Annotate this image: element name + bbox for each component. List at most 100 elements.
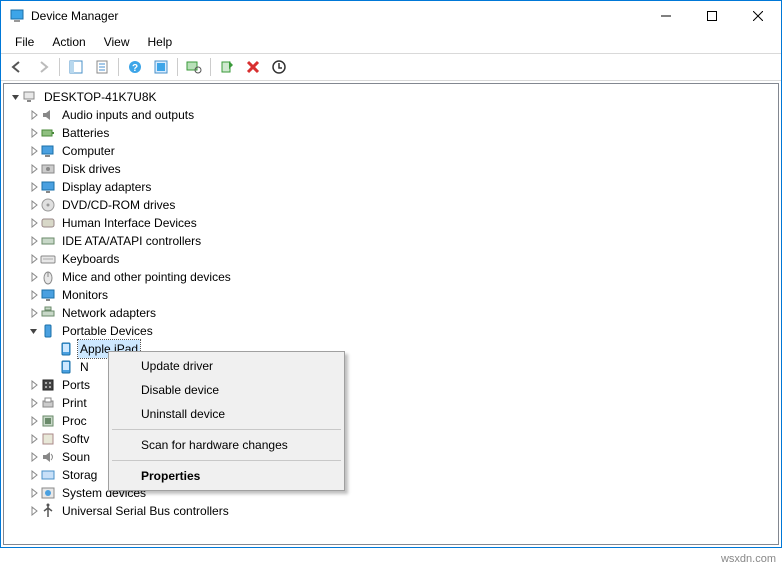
tree-item-label: DVD/CD-ROM drives xyxy=(60,196,177,214)
expand-collapse-icon[interactable] xyxy=(26,272,40,282)
expand-collapse-icon[interactable] xyxy=(26,434,40,444)
tree-item-label: N xyxy=(78,358,91,376)
update-driver-icon[interactable] xyxy=(149,56,173,78)
tree-category[interactable]: Disk drives xyxy=(4,160,778,178)
tree-item-label: Universal Serial Bus controllers xyxy=(60,502,231,520)
computer-icon xyxy=(40,143,56,159)
tree-item-label: Display adapters xyxy=(60,178,153,196)
dvd-icon xyxy=(40,197,56,213)
tree-item-label: IDE ATA/ATAPI controllers xyxy=(60,232,203,250)
enable-device-icon[interactable] xyxy=(215,56,239,78)
expand-collapse-icon[interactable] xyxy=(26,380,40,390)
expand-collapse-icon[interactable] xyxy=(26,398,40,408)
tree-category[interactable]: Keyboards xyxy=(4,250,778,268)
scan-hardware-icon[interactable] xyxy=(182,56,206,78)
tree-root[interactable]: DESKTOP-41K7U8K xyxy=(4,88,778,106)
expand-collapse-icon[interactable] xyxy=(26,326,40,336)
tree-category[interactable]: Batteries xyxy=(4,124,778,142)
tree-item-label: Mice and other pointing devices xyxy=(60,268,233,286)
expand-collapse-icon[interactable] xyxy=(26,128,40,138)
tree-category[interactable]: Universal Serial Bus controllers xyxy=(4,502,778,520)
tree-category[interactable]: Monitors xyxy=(4,286,778,304)
expand-collapse-icon[interactable] xyxy=(26,200,40,210)
expand-collapse-icon[interactable] xyxy=(26,110,40,120)
battery-icon xyxy=(40,125,56,141)
tree-item-label: Softv xyxy=(60,430,91,448)
tree-category[interactable]: Human Interface Devices xyxy=(4,214,778,232)
uninstall-device-icon[interactable] xyxy=(241,56,265,78)
show-hide-tree-icon[interactable] xyxy=(64,56,88,78)
tree-category[interactable]: Mice and other pointing devices xyxy=(4,268,778,286)
device-blue-icon xyxy=(58,341,74,357)
expand-collapse-icon[interactable] xyxy=(26,146,40,156)
close-button[interactable] xyxy=(735,1,781,31)
network-icon xyxy=(40,305,56,321)
tree-item-label: DESKTOP-41K7U8K xyxy=(42,88,159,106)
expand-collapse-icon[interactable] xyxy=(26,218,40,228)
tree-category[interactable]: Audio inputs and outputs xyxy=(4,106,778,124)
toolbar: ? xyxy=(1,53,781,81)
tree-category[interactable]: Display adapters xyxy=(4,178,778,196)
disable-device-icon[interactable] xyxy=(267,56,291,78)
hid-icon xyxy=(40,215,56,231)
properties-sheet-icon[interactable] xyxy=(90,56,114,78)
keyboard-icon xyxy=(40,251,56,267)
audio-icon xyxy=(40,107,56,123)
monitors-icon xyxy=(40,287,56,303)
tree-category[interactable]: Computer xyxy=(4,142,778,160)
menu-view[interactable]: View xyxy=(96,33,138,51)
disk-icon xyxy=(40,161,56,177)
software-icon xyxy=(40,431,56,447)
expand-collapse-icon[interactable] xyxy=(26,164,40,174)
tree-item-label: Audio inputs and outputs xyxy=(60,106,196,124)
expand-collapse-icon[interactable] xyxy=(26,488,40,498)
system-icon xyxy=(40,485,56,501)
context-menu-uninstall-device[interactable]: Uninstall device xyxy=(111,402,342,426)
tree-item-label: Storag xyxy=(60,466,99,484)
tree-category[interactable]: Network adapters xyxy=(4,304,778,322)
sound-icon xyxy=(40,449,56,465)
tree-item-label: Computer xyxy=(60,142,117,160)
tree-item-label: Human Interface Devices xyxy=(60,214,199,232)
context-menu-update-driver[interactable]: Update driver xyxy=(111,354,342,378)
menu-file[interactable]: File xyxy=(7,33,42,51)
tree-category[interactable]: Portable Devices xyxy=(4,322,778,340)
tree-category[interactable]: DVD/CD-ROM drives xyxy=(4,196,778,214)
tree-item-label: Keyboards xyxy=(60,250,121,268)
expand-collapse-icon[interactable] xyxy=(26,470,40,480)
tree-item-label: Disk drives xyxy=(60,160,123,178)
processor-icon xyxy=(40,413,56,429)
forward-arrow-icon[interactable] xyxy=(31,56,55,78)
maximize-button[interactable] xyxy=(689,1,735,31)
context-menu-separator xyxy=(112,460,341,461)
tree-category[interactable]: IDE ATA/ATAPI controllers xyxy=(4,232,778,250)
portable-icon xyxy=(40,323,56,339)
expand-collapse-icon[interactable] xyxy=(26,452,40,462)
tree-item-label: Ports xyxy=(60,376,92,394)
menu-help[interactable]: Help xyxy=(140,33,181,51)
expand-collapse-icon[interactable] xyxy=(26,182,40,192)
expand-collapse-icon[interactable] xyxy=(26,254,40,264)
help-icon[interactable]: ? xyxy=(123,56,147,78)
expand-collapse-icon[interactable] xyxy=(26,506,40,516)
context-menu-properties[interactable]: Properties xyxy=(111,464,342,488)
menu-action[interactable]: Action xyxy=(44,33,93,51)
minimize-button[interactable] xyxy=(643,1,689,31)
titlebar[interactable]: Device Manager xyxy=(1,1,781,31)
ide-icon xyxy=(40,233,56,249)
expand-collapse-icon[interactable] xyxy=(26,416,40,426)
tree-item-label: Batteries xyxy=(60,124,111,142)
expand-collapse-icon[interactable] xyxy=(26,236,40,246)
app-icon xyxy=(9,8,25,24)
expand-collapse-icon[interactable] xyxy=(26,308,40,318)
context-menu-scan-for-hardware-changes[interactable]: Scan for hardware changes xyxy=(111,433,342,457)
expand-collapse-icon[interactable] xyxy=(26,290,40,300)
expand-collapse-icon[interactable] xyxy=(8,92,22,102)
context-menu-disable-device[interactable]: Disable device xyxy=(111,378,342,402)
tree-item-label: Network adapters xyxy=(60,304,158,322)
context-menu: Update driverDisable deviceUninstall dev… xyxy=(108,351,345,491)
tree-item-label: Proc xyxy=(60,412,89,430)
back-arrow-icon[interactable] xyxy=(5,56,29,78)
svg-text:?: ? xyxy=(132,63,138,74)
tree-item-label: Soun xyxy=(60,448,92,466)
